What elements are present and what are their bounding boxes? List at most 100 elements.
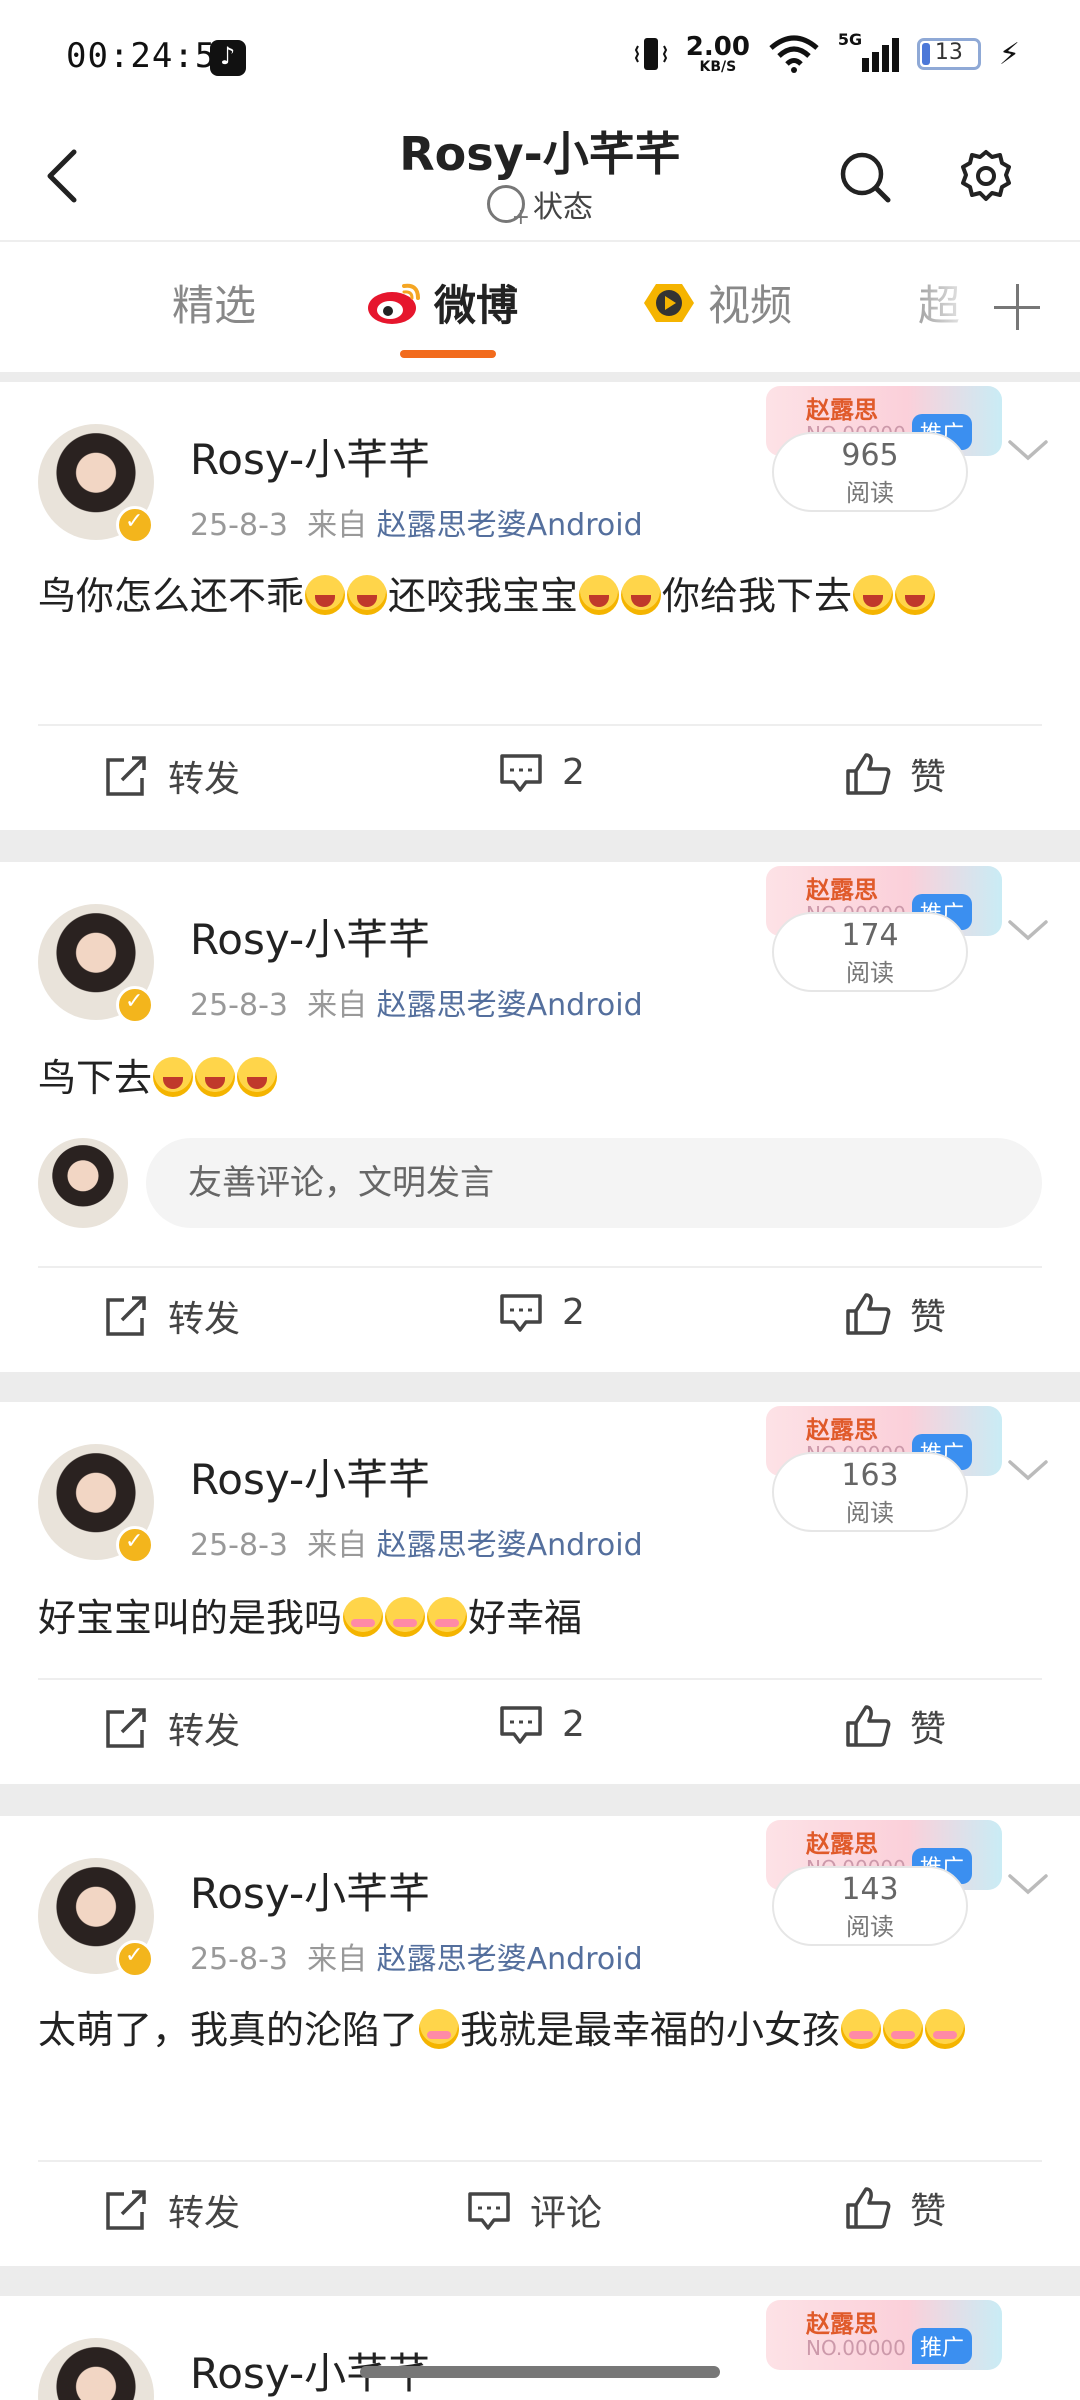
repost-button[interactable]: 转发: [104, 2184, 240, 2236]
repost-button[interactable]: 转发: [104, 1290, 240, 1342]
angry-emoji-icon: [237, 1057, 278, 1097]
post-card[interactable]: Rosy-小芊芊 25-8-3 来自 赵露思老婆Android 赵露思 NO.0…: [0, 382, 1080, 830]
tab-video[interactable]: 视频: [640, 272, 792, 333]
like-button[interactable]: 赞: [844, 1700, 946, 1752]
read-count: 163 阅读: [772, 1452, 968, 1532]
promo-banner[interactable]: 赵露思 NO.00000 推广: [766, 2300, 1002, 2370]
quick-comment-row: 友善评论，文明发言: [38, 1138, 1042, 1230]
shy-emoji-icon: [419, 2009, 460, 2049]
post-text: 太萌了，我真的沦陷了 我就是最幸福的小女孩: [38, 1996, 1042, 2064]
wifi-icon: [769, 35, 819, 73]
chevron-down-icon[interactable]: [1006, 1456, 1050, 1486]
angry-emoji-icon: [895, 575, 936, 615]
gear-icon[interactable]: [958, 148, 1014, 204]
chevron-down-icon[interactable]: [1006, 916, 1050, 946]
thumbs-up-icon: [846, 753, 891, 795]
comment-button[interactable]: 评论: [466, 2184, 602, 2236]
vibrate-icon: [634, 38, 667, 70]
share-icon: [106, 1708, 146, 1748]
post-source[interactable]: 赵露思老婆Android: [377, 988, 643, 1023]
shy-emoji-icon: [343, 1597, 384, 1637]
author-name[interactable]: Rosy-小芊芊: [190, 426, 430, 487]
post-text: 好宝宝叫的是我吗 好幸福: [38, 1596, 583, 1640]
angry-emoji-icon: [579, 575, 620, 615]
divider: [38, 1266, 1042, 1268]
thumbs-up-icon: [846, 1705, 891, 1747]
chevron-down-icon[interactable]: [1006, 1870, 1050, 1900]
divider: [38, 1678, 1042, 1680]
author-name[interactable]: Rosy-小芊芊: [190, 906, 430, 967]
comment-button[interactable]: 2: [498, 1290, 585, 1334]
post-source[interactable]: 赵露思老婆Android: [377, 508, 643, 543]
net-speed: 2.00 KB/S: [685, 32, 750, 75]
like-button[interactable]: 赞: [844, 2182, 946, 2234]
shy-emoji-icon: [427, 1597, 468, 1637]
read-count: 143 阅读: [772, 1866, 968, 1946]
post-meta: 25-8-3 来自 赵露思老婆Android: [190, 508, 643, 543]
comment-button[interactable]: 2: [498, 750, 585, 794]
status-bar: 00:24:55 2.00 KB/S 5G 13 ⚡: [0, 0, 1080, 110]
charging-icon: ⚡: [998, 36, 1020, 72]
video-play-icon: [644, 283, 694, 322]
tab-bar: 精选 微博 视频 超: [0, 242, 1080, 372]
shy-emoji-icon: [883, 2009, 924, 2049]
read-count: 965 阅读: [772, 432, 968, 512]
weibo-logo-icon: [368, 283, 420, 324]
divider: [38, 2160, 1042, 2162]
chevron-down-icon[interactable]: [1006, 436, 1050, 466]
post-card[interactable]: Rosy-小芊芊 25-8-3 来自 赵露思老婆Android 赵露思 NO.0…: [0, 1816, 1080, 2266]
like-button[interactable]: 赞: [844, 1288, 946, 1340]
shy-emoji-icon: [385, 1597, 426, 1637]
avatar: [38, 1138, 128, 1228]
page-title: Rosy-小芊芊: [399, 127, 681, 181]
comment-icon: [500, 1706, 542, 1744]
comment-button[interactable]: 2: [498, 1702, 585, 1746]
tab-featured[interactable]: 精选: [172, 272, 256, 333]
smile-add-icon: [487, 185, 530, 230]
status-button[interactable]: 状态: [0, 182, 1080, 230]
share-icon: [106, 1296, 146, 1336]
divider: [38, 724, 1042, 726]
author-name[interactable]: Rosy-小芊芊: [190, 1446, 430, 1507]
verified-badge-icon: [116, 986, 154, 1024]
repost-button[interactable]: 转发: [104, 1702, 240, 1754]
share-icon: [106, 2190, 146, 2230]
plus-icon[interactable]: [980, 262, 1060, 352]
verified-badge-icon: [116, 1526, 154, 1564]
battery-level: 13: [934, 40, 963, 65]
avatar[interactable]: [38, 2338, 154, 2400]
thumbs-up-icon: [846, 1293, 891, 1335]
active-tab-indicator: [400, 350, 496, 358]
post-source[interactable]: 赵露思老婆Android: [377, 1942, 643, 1977]
profile-header: Rosy-小芊芊 状态: [0, 110, 1080, 242]
home-indicator[interactable]: [360, 2366, 720, 2378]
post-meta: 25-8-3 来自 赵露思老婆Android: [190, 988, 643, 1023]
post-meta: 25-8-3 来自 赵露思老婆Android: [190, 1942, 643, 1977]
search-icon[interactable]: [838, 150, 892, 204]
post-source[interactable]: 赵露思老婆Android: [377, 1528, 643, 1563]
shy-emoji-icon: [925, 2009, 966, 2049]
author-name[interactable]: Rosy-小芊芊: [190, 1860, 430, 1921]
verified-badge-icon: [116, 1940, 154, 1978]
post-card[interactable]: Rosy-小芊芊 25-8-3 来自 赵露思老婆Android 赵露思 NO.0…: [0, 1402, 1080, 1784]
comment-icon: [468, 2192, 510, 2230]
angry-emoji-icon: [195, 1057, 236, 1097]
status-icons: 2.00 KB/S 5G 13 ⚡: [634, 30, 1020, 75]
angry-emoji-icon: [347, 575, 388, 615]
signal-icon: 5G: [838, 30, 899, 72]
post-text: 鸟你怎么还不乖 还咬我宝宝 你给我下去: [38, 562, 1042, 630]
post-meta: 25-8-3 来自 赵露思老婆Android: [190, 1528, 643, 1563]
angry-emoji-icon: [853, 575, 894, 615]
thumbs-up-icon: [846, 2187, 891, 2229]
like-button[interactable]: 赞: [844, 748, 946, 800]
comment-icon: [500, 1294, 542, 1332]
post-card[interactable]: Rosy-小芊芊 赵露思 NO.00000 推广: [0, 2296, 1080, 2400]
tab-weibo[interactable]: 微博: [366, 272, 518, 333]
comment-input[interactable]: 友善评论，文明发言: [146, 1138, 1042, 1228]
repost-button[interactable]: 转发: [104, 750, 240, 802]
angry-emoji-icon: [621, 575, 662, 615]
shy-emoji-icon: [841, 2009, 882, 2049]
post-text: 鸟下去: [38, 1044, 1042, 1112]
post-card[interactable]: Rosy-小芊芊 25-8-3 来自 赵露思老婆Android 赵露思 NO.0…: [0, 862, 1080, 1372]
comment-icon: [500, 754, 542, 792]
